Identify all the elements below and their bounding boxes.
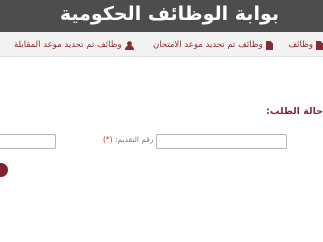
nav-item-interview-scheduled[interactable]: وظائف تم تحديد موعد المقابلة — [14, 38, 134, 52]
application-number-label: رقم التقديم: (*) — [103, 135, 154, 144]
file-icon — [316, 40, 323, 50]
nav-item-exam-scheduled[interactable]: وظائف تم تحديد موعد الامتحان — [153, 38, 273, 52]
secondary-input[interactable] — [0, 134, 56, 149]
nav-item-label: وظائف تم تحديد موعد المقابلة — [14, 40, 122, 50]
required-marker: (*) — [103, 135, 113, 144]
site-title: بوابة الوظائف الحكومية — [59, 3, 279, 25]
application-status-heading: حالة الطلب: — [266, 106, 323, 117]
application-number-input[interactable] — [156, 134, 287, 149]
nav-item-label: وظائف تم تحديد موعد الامتحان — [153, 40, 263, 50]
site-header: بوابة الوظائف الحكومية — [0, 0, 323, 32]
file-icon — [265, 40, 273, 50]
nav-bar: وظائف وظائف تم تحديد موعد الامتحان وظائف… — [0, 32, 323, 57]
application-number-label-text: رقم التقديم: — [115, 135, 154, 144]
nav-item-jobs[interactable]: وظائف — [288, 38, 323, 52]
user-icon — [124, 40, 134, 50]
nav-item-label: وظائف — [288, 40, 313, 50]
submit-button[interactable] — [0, 163, 8, 177]
